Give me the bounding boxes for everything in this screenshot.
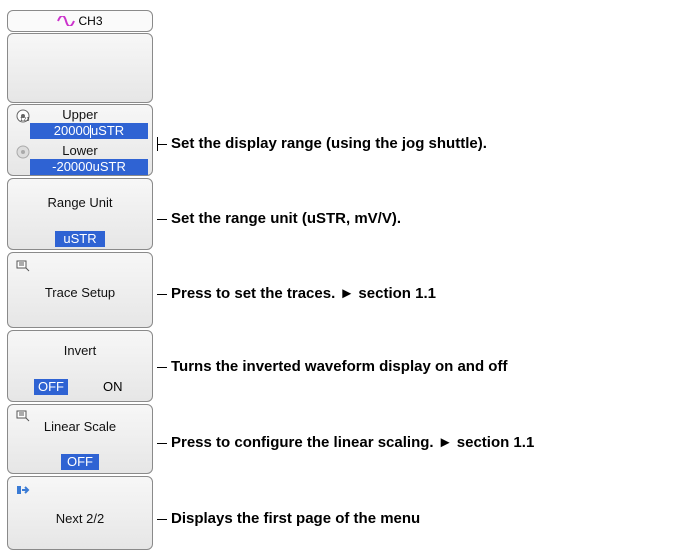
linear-scale-label: Linear Scale <box>43 419 117 434</box>
display-range-key[interactable]: 123 Upper 20000uSTR Lower -20000uSTR <box>7 104 153 176</box>
upper-label: Upper <box>62 107 98 122</box>
upper-value[interactable]: 20000uSTR <box>30 123 148 139</box>
trace-setup-key[interactable]: Trace Setup <box>7 252 153 328</box>
channel-header: CH3 <box>7 10 153 32</box>
upper-value-number: 20000 <box>53 123 90 138</box>
channel-label: CH3 <box>78 14 103 28</box>
linear-scale-value: OFF <box>61 454 99 470</box>
sub-menu-icon <box>16 259 30 272</box>
upper-value-unit: uSTR <box>90 123 125 138</box>
callout-invert: Turns the inverted waveform display on a… <box>171 358 508 375</box>
invert-on-option[interactable]: ON <box>103 379 123 395</box>
range-unit-value: uSTR <box>55 231 105 247</box>
leader-line <box>157 367 167 368</box>
leader-line <box>157 219 167 220</box>
next-page-icon <box>16 483 30 495</box>
lower-label: Lower <box>62 143 98 158</box>
callout-linear-scale: Press to configure the linear scaling. ►… <box>171 434 535 451</box>
sine-wave-icon <box>57 12 76 32</box>
linear-scale-key[interactable]: Linear Scale OFF <box>7 404 153 474</box>
trace-setup-label: Trace Setup <box>44 285 116 300</box>
range-unit-label: Range Unit <box>47 195 113 210</box>
next-page-label: Next 2/2 <box>55 511 105 526</box>
leader-line <box>157 144 167 145</box>
lower-value[interactable]: -20000uSTR <box>30 159 148 175</box>
invert-off-option[interactable]: OFF <box>34 379 68 395</box>
leader-line <box>157 294 167 295</box>
next-page-key[interactable]: Next 2/2 <box>7 476 153 550</box>
leader-line <box>157 519 167 520</box>
leader-line <box>157 443 167 444</box>
invert-label: Invert <box>63 343 97 358</box>
range-unit-key[interactable]: Range Unit uSTR <box>7 178 153 250</box>
callout-display-range: Set the display range (using the jog shu… <box>171 135 487 152</box>
blank-key <box>7 33 153 103</box>
callout-range-unit: Set the range unit (uSTR, mV/V). <box>171 210 402 227</box>
callout-next: Displays the first page of the menu <box>171 510 421 527</box>
callout-trace-setup: Press to set the traces. ► section 1.1 <box>171 285 436 302</box>
invert-key[interactable]: Invert OFF ON <box>7 330 153 402</box>
